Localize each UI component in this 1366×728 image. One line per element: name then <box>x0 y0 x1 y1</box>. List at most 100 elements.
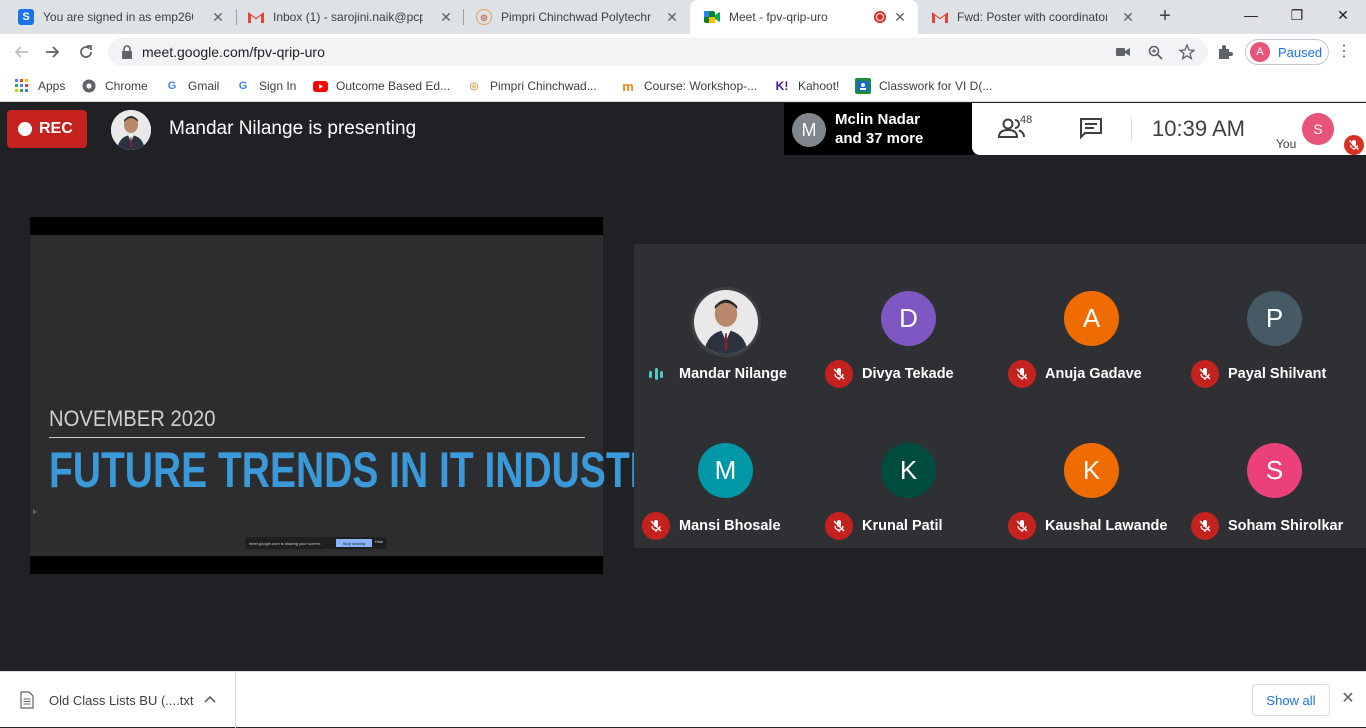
participant-name: Payal Shilvant <box>1228 366 1327 382</box>
classroom-icon <box>855 78 871 94</box>
presentation-view[interactable]: NOVEMBER 2020 FUTURE TRENDS IN IT INDUST… <box>30 217 682 574</box>
slide-date: NOVEMBER 2020 <box>49 406 216 431</box>
tab-title: You are signed in as emp260 <box>43 10 193 24</box>
others-tile[interactable]: M Mclin Nadar and 37 more <box>784 103 974 155</box>
bookmark-sign-in[interactable]: G Sign In <box>235 76 297 96</box>
download-item[interactable]: Old Class Lists BU (....txt <box>0 672 236 728</box>
participant-name: Mansi Bhosale <box>679 518 781 534</box>
person-photo-icon <box>111 110 151 150</box>
bookmark-pcp[interactable]: ◎ Pimpri Chinchwad... <box>466 76 597 96</box>
self-avatar[interactable]: S <box>1302 113 1334 145</box>
chat-button[interactable] <box>1079 117 1105 141</box>
stop-sharing-button[interactable]: Stop sharing <box>336 539 372 547</box>
participant-tile[interactable]: M Mansi Bhosale <box>634 396 817 548</box>
profile-button[interactable]: A Paused <box>1245 39 1329 65</box>
bookmark-star-icon[interactable] <box>1178 43 1196 61</box>
screen-share-banner: meet.google.com is sharing your screen. … <box>245 537 387 549</box>
bookmark-label: Apps <box>38 79 66 93</box>
close-tab-icon[interactable]: ✕ <box>1120 9 1136 25</box>
avatar: K <box>1064 443 1119 498</box>
college-icon: ◎ <box>476 9 492 25</box>
tab-title: Fwd: Poster with coordinators <box>957 10 1107 24</box>
self-label: You <box>1276 137 1297 151</box>
others-more: and 37 more <box>835 130 924 147</box>
gmail-icon <box>248 9 264 25</box>
muted-mic-icon <box>1191 360 1219 388</box>
maximize-button[interactable]: ❐ <box>1274 0 1320 30</box>
close-icon[interactable]: ✕ <box>1339 690 1357 708</box>
bookmark-label: Classwork for VI D(... <box>879 79 993 93</box>
apps-grid-icon <box>14 78 30 94</box>
address-bar[interactable]: meet.google.com/fpv-qrip-uro <box>108 38 1208 66</box>
tab-strip: S You are signed in as emp260 ✕ Inbox (1… <box>0 0 1366 34</box>
participant-name: Soham Shirolkar <box>1228 518 1344 534</box>
chrome-icon <box>81 78 97 94</box>
bookmark-apps[interactable]: Apps <box>14 76 65 96</box>
bookmark-label: Kahoot! <box>798 79 840 93</box>
minimize-button[interactable]: — <box>1228 0 1274 30</box>
reload-button[interactable] <box>73 39 99 65</box>
participant-tile[interactable]: Mandar Nilange <box>634 244 817 396</box>
tab-pcp[interactable]: ◎ Pimpri Chinchwad Polytechnic ✕ <box>462 0 690 34</box>
tab-meet[interactable]: Meet - fpv-qrip-uro ✕ <box>690 0 918 34</box>
back-button[interactable] <box>8 39 34 65</box>
bookmark-label: Pimpri Chinchwad... <box>490 79 597 93</box>
new-tab-button[interactable]: + <box>1153 5 1177 29</box>
text-file-icon <box>20 691 34 709</box>
participant-name: Divya Tekade <box>862 366 954 382</box>
participant-tile[interactable]: S Soham Shirolkar <box>1183 396 1366 548</box>
sync-status: Paused <box>1278 44 1323 60</box>
participant-count: 48 <box>1020 114 1033 126</box>
bookmark-label: Course: Workshop-... <box>644 79 758 93</box>
gmail-icon <box>932 9 948 25</box>
moodle-icon: m <box>622 78 634 94</box>
muted-mic-icon <box>1008 512 1036 540</box>
bookmark-gmail[interactable]: G Gmail <box>164 76 220 96</box>
participant-tile[interactable]: K Krunal Patil <box>817 396 1000 548</box>
tab-signed-in[interactable]: S You are signed in as emp260 ✕ <box>4 0 236 34</box>
participant-name: Krunal Patil <box>862 518 943 534</box>
kahoot-icon: K! <box>775 79 789 93</box>
bookmark-chrome[interactable]: Chrome <box>81 76 148 96</box>
self-muted-icon <box>1344 135 1364 155</box>
avatar: P <box>1247 291 1302 346</box>
bookmark-label: Gmail <box>188 79 220 93</box>
bookmark-outcome[interactable]: Outcome Based Ed... <box>312 76 450 96</box>
participant-name: Anuja Gadave <box>1045 366 1142 382</box>
forward-button[interactable] <box>40 39 66 65</box>
youtube-icon <box>312 78 328 94</box>
tab-inbox[interactable]: Inbox (1) - sarojini.naik@pcpol ✕ <box>234 0 464 34</box>
bookmark-classwork[interactable]: Classwork for VI D(... <box>855 76 992 96</box>
others-name: Mclin Nadar <box>835 111 921 128</box>
tab-title: Inbox (1) - sarojini.naik@pcpol <box>273 10 423 24</box>
clock: 10:39 AM <box>1152 116 1245 141</box>
chevron-up-icon[interactable] <box>204 692 216 706</box>
close-tab-icon[interactable]: ✕ <box>438 9 454 25</box>
hide-button[interactable]: Hide <box>375 539 383 544</box>
participant-tile[interactable]: D Divya Tekade <box>817 244 1000 396</box>
avatar: A <box>1064 291 1119 346</box>
participant-tile[interactable]: A Anuja Gadave <box>1000 244 1183 396</box>
google-icon: G <box>238 80 248 92</box>
extensions-puzzle-icon[interactable] <box>1216 43 1234 61</box>
show-all-button[interactable]: Show all <box>1252 684 1330 716</box>
muted-mic-icon <box>1191 512 1219 540</box>
close-tab-icon[interactable]: ✕ <box>664 9 680 25</box>
close-tab-icon[interactable]: ✕ <box>892 9 908 25</box>
camera-icon[interactable] <box>1114 43 1132 61</box>
bookmark-kahoot[interactable]: K! Kahoot! <box>774 76 840 96</box>
meet-icon <box>704 9 720 25</box>
more-menu-icon[interactable]: ⋮ <box>1336 42 1352 62</box>
participant-tile[interactable]: P Payal Shilvant <box>1183 244 1366 396</box>
bookmark-course[interactable]: m Course: Workshop-... <box>620 76 757 96</box>
forward-arrow-icon <box>46 46 60 58</box>
participant-tile[interactable]: K Kaushal Lawande <box>1000 396 1183 548</box>
zoom-icon[interactable] <box>1146 43 1164 61</box>
close-tab-icon[interactable]: ✕ <box>210 9 226 25</box>
close-window-button[interactable]: ✕ <box>1320 0 1366 30</box>
muted-mic-icon <box>1008 360 1036 388</box>
lock-icon <box>122 45 132 59</box>
avatar: M <box>792 113 826 147</box>
tab-fwd-poster[interactable]: Fwd: Poster with coordinators ✕ <box>918 0 1146 34</box>
download-file-name: Old Class Lists BU (....txt <box>49 693 194 708</box>
